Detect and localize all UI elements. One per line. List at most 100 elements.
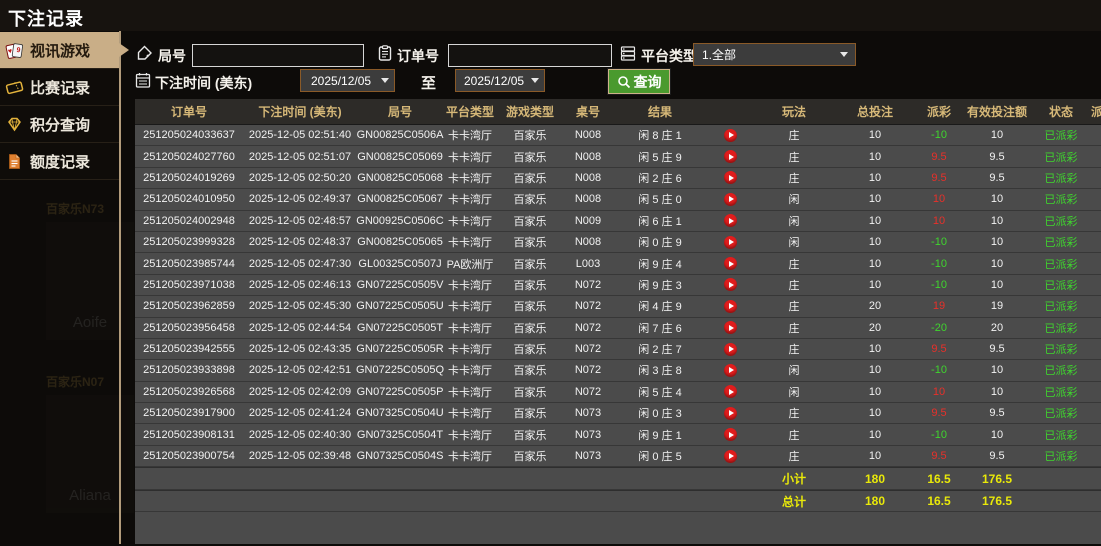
status-cell: 已派彩 xyxy=(1044,194,1078,207)
column-header: 桌号 xyxy=(575,105,600,119)
total-label-cell: 总计 xyxy=(781,494,806,509)
bet-type-cell: 庄 xyxy=(788,151,800,164)
table-number-cell: N072 xyxy=(574,343,602,356)
valid-bet-cell: 10 xyxy=(990,385,1004,398)
play-video-icon[interactable] xyxy=(723,128,737,142)
game-type-cell: 百家乐 xyxy=(513,172,547,185)
video-cell xyxy=(707,339,753,359)
clipped-cell xyxy=(1091,211,1101,231)
result-cell: 闲 9 庄 3 xyxy=(638,279,682,292)
round-number-cell: GN07225C0505V xyxy=(356,278,444,291)
game-type-cell: 百家乐 xyxy=(513,258,547,271)
platform-cell: 卡卡湾厅 xyxy=(448,365,492,378)
clipped-cell xyxy=(1091,382,1101,402)
video-cell xyxy=(707,232,753,252)
payout-cell: 9.5 xyxy=(931,450,947,463)
valid-bet-cell: 9.5 xyxy=(989,150,1005,163)
valid-bet-cell: 10 xyxy=(990,278,1004,291)
round-number-cell: GN07225C0505R xyxy=(356,343,444,356)
total-bet-cell: 10 xyxy=(868,236,882,249)
round-number-cell: GN07225C0505U xyxy=(356,300,444,313)
sidebar-item-label: 比赛记录 xyxy=(30,79,91,97)
video-cell xyxy=(707,125,753,145)
tag-icon xyxy=(136,44,154,67)
date-from-value: 2025/12/05 xyxy=(311,73,372,88)
round-number-input[interactable] xyxy=(192,44,364,67)
bet-type-cell: 庄 xyxy=(788,301,800,314)
date-to-select[interactable]: 2025/12/05 xyxy=(455,69,545,92)
game-type-cell: 百家乐 xyxy=(513,215,547,228)
clipped-cell xyxy=(1091,296,1101,316)
platform-cell: 卡卡湾厅 xyxy=(448,151,492,164)
bet-time-cell: 2025-12-05 02:42:51 xyxy=(248,364,352,377)
empty-cell xyxy=(1031,468,1091,489)
status-cell: 已派彩 xyxy=(1044,151,1078,164)
result-cell: 闲 8 庄 1 xyxy=(638,130,682,143)
video-cell xyxy=(707,446,753,466)
status-cell: 已派彩 xyxy=(1044,365,1078,378)
date-to-label: 至 xyxy=(421,75,437,92)
play-video-icon[interactable] xyxy=(723,299,737,313)
play-video-icon[interactable] xyxy=(723,406,737,420)
round-number-cell: GN00825C05069 xyxy=(357,150,443,163)
play-video-icon[interactable] xyxy=(723,257,737,271)
query-button[interactable]: 查询 xyxy=(607,68,671,95)
bet-time-cell: 2025-12-05 02:50:20 xyxy=(248,171,352,184)
column-header: 派 xyxy=(1091,105,1101,119)
payout-cell: 9.5 xyxy=(931,150,947,163)
bet-type-cell: 闲 xyxy=(788,194,800,207)
play-video-icon[interactable] xyxy=(723,385,737,399)
play-video-icon[interactable] xyxy=(723,214,737,228)
table-row: 251205023942555 2025-12-05 02:43:35 GN0722… xyxy=(135,338,1101,361)
platform-cell: PA欧洲厅 xyxy=(446,258,494,271)
empty-cell xyxy=(497,468,563,489)
payout-sum-cell: 16.5 xyxy=(927,471,951,486)
round-number-cell: GN07225C0505Q xyxy=(355,364,445,377)
round-number-label: 局号 xyxy=(158,48,186,64)
empty-cell xyxy=(443,491,497,512)
platform-cell: 卡卡湾厅 xyxy=(448,451,492,464)
play-video-icon[interactable] xyxy=(723,192,737,206)
play-video-icon[interactable] xyxy=(723,428,737,442)
play-video-icon[interactable] xyxy=(723,278,737,292)
bet-time-cell: 2025-12-05 02:40:30 xyxy=(248,428,352,441)
sidebar-item-video-games[interactable]: 9 ♥ 视讯游戏 xyxy=(0,32,129,69)
column-header: 局号 xyxy=(387,105,412,119)
empty-cell xyxy=(707,468,753,489)
platform-type-select[interactable]: 1.全部 xyxy=(693,43,856,66)
empty-cell xyxy=(243,468,357,489)
total-bet-cell: 10 xyxy=(868,193,882,206)
column-header: 派彩 xyxy=(926,105,951,119)
calendar-icon xyxy=(134,71,152,94)
table-header-row: 订单号 下注时间 (美东) 局号 平台类型 游戏类型 桌号 结果 玩法 总投注 派彩 有效投注额 状态… xyxy=(135,99,1101,125)
order-number-cell: 251205023908131 xyxy=(143,428,235,441)
table-row: 251205023971038 2025-12-05 02:46:13 GN0722… xyxy=(135,274,1101,297)
video-cell xyxy=(707,189,753,209)
status-cell: 已派彩 xyxy=(1044,130,1078,143)
order-number-input[interactable] xyxy=(448,44,612,67)
bet-time-label: 下注时间 (美东) xyxy=(155,75,253,91)
sidebar-item-points-query[interactable]: 积分查询 xyxy=(0,106,119,143)
sidebar-item-match-records[interactable]: 比赛记录 xyxy=(0,69,119,106)
play-video-icon[interactable] xyxy=(723,363,737,377)
play-video-icon[interactable] xyxy=(723,235,737,249)
play-video-icon[interactable] xyxy=(723,321,737,335)
play-video-icon[interactable] xyxy=(723,342,737,356)
platform-cell: 卡卡湾厅 xyxy=(448,386,492,399)
date-from-select[interactable]: 2025/12/05 xyxy=(300,69,395,92)
play-video-icon[interactable] xyxy=(723,449,737,463)
table-row: 251205023956458 2025-12-05 02:44:54 GN0722… xyxy=(135,317,1101,339)
clipped-cell xyxy=(1091,424,1101,444)
sidebar-item-quota-records[interactable]: 额度记录 xyxy=(0,143,119,180)
empty-cell xyxy=(135,468,243,489)
play-video-icon[interactable] xyxy=(723,171,737,185)
clipped-cell xyxy=(1091,318,1101,338)
valid-bet-sum-cell: 176.5 xyxy=(981,471,1013,486)
result-cell: 闲 7 庄 6 xyxy=(638,322,682,335)
table-number-cell: N008 xyxy=(574,193,602,206)
ticket-icon xyxy=(5,78,24,97)
bet-time-cell: 2025-12-05 02:47:30 xyxy=(248,257,352,270)
play-video-icon[interactable] xyxy=(723,150,737,164)
game-type-cell: 百家乐 xyxy=(513,365,547,378)
table-row: 251205023926568 2025-12-05 02:42:09 GN0722… xyxy=(135,381,1101,404)
